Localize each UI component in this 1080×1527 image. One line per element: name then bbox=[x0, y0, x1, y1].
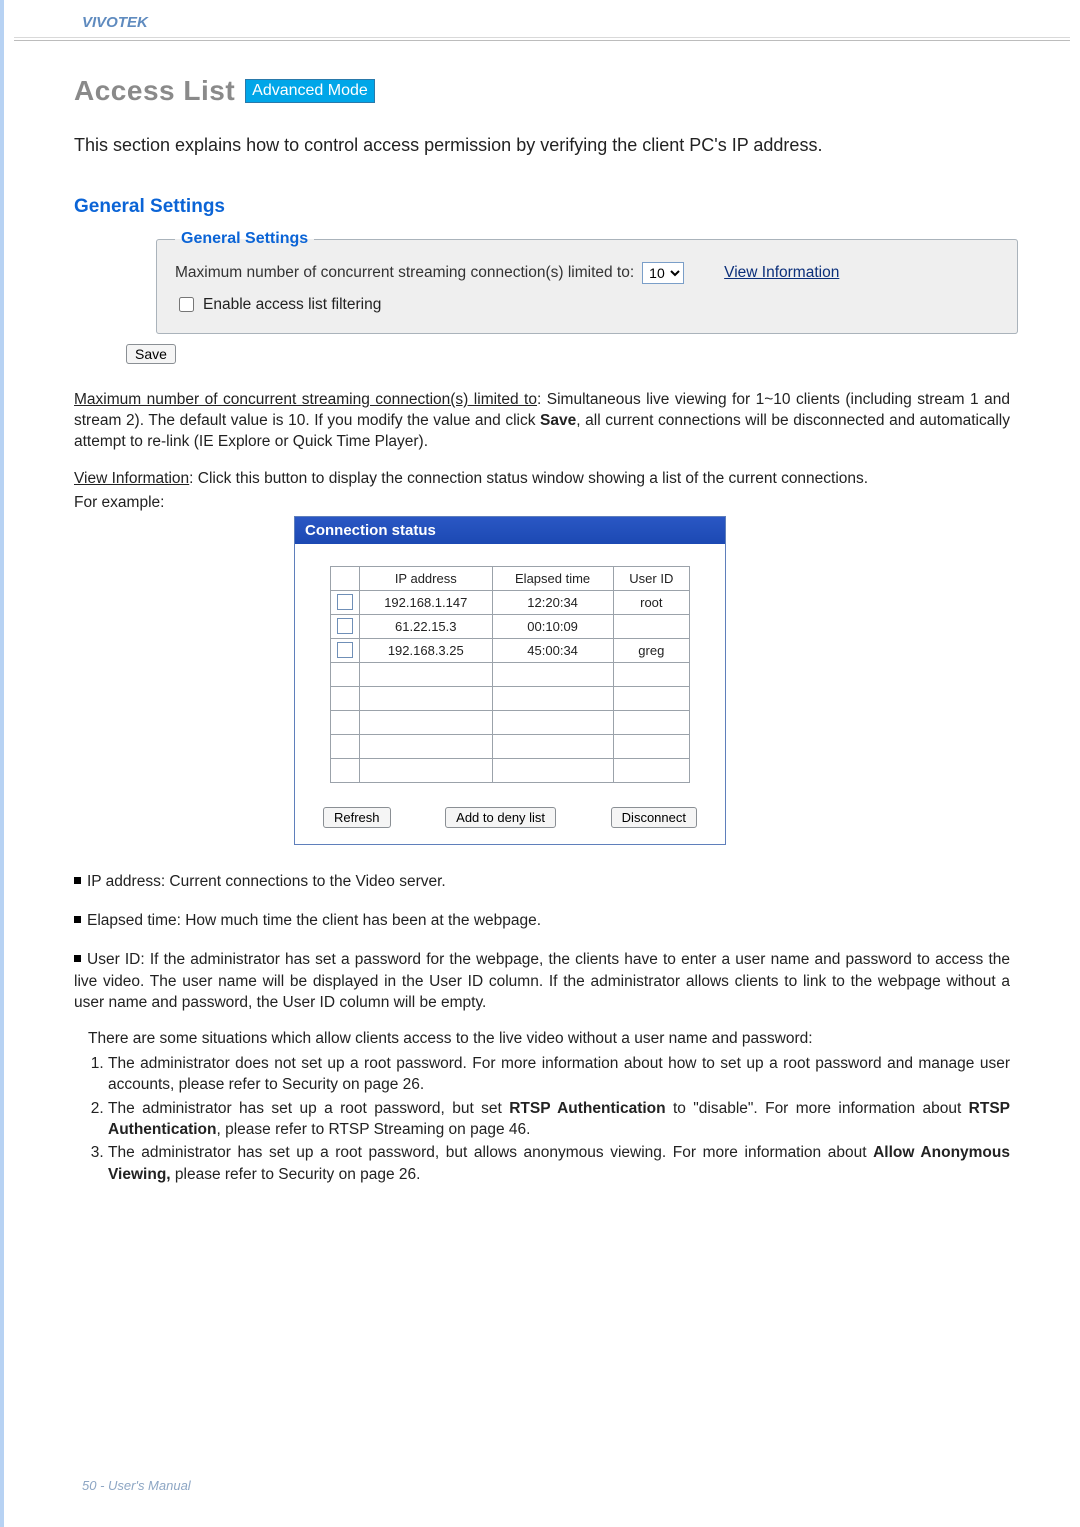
bullet-elapsed: Elapsed time: How much time the client h… bbox=[74, 910, 1010, 931]
row-checkbox-cell[interactable] bbox=[331, 590, 360, 614]
content-area: Access List Advanced Mode This section e… bbox=[4, 41, 1080, 1185]
bullet-userid: User ID: If the administrator has set a … bbox=[74, 949, 1010, 1185]
add-deny-button[interactable]: Add to deny list bbox=[445, 807, 556, 828]
enable-filtering-label: Enable access list filtering bbox=[203, 296, 381, 314]
max-underline: Maximum number of concurrent streaming c… bbox=[74, 391, 537, 408]
general-settings-panel: General Settings Maximum number of concu… bbox=[154, 230, 1020, 334]
page-title: Access List bbox=[74, 75, 235, 107]
connection-status-body: IP address Elapsed time User ID 192.168.… bbox=[295, 544, 725, 844]
cell-elapsed: 00:10:09 bbox=[492, 614, 613, 638]
cell-ip: 192.168.3.25 bbox=[360, 638, 493, 662]
table-row-empty bbox=[331, 710, 690, 734]
view-underline: View Information bbox=[74, 470, 189, 487]
col-ip: IP address bbox=[360, 566, 493, 590]
cell-user: greg bbox=[613, 638, 689, 662]
refresh-button[interactable]: Refresh bbox=[323, 807, 391, 828]
connection-table: IP address Elapsed time User ID 192.168.… bbox=[330, 566, 690, 783]
max-connections-label: Maximum number of concurrent streaming c… bbox=[175, 264, 634, 282]
row-checkbox-cell[interactable] bbox=[331, 614, 360, 638]
max-explanation: Maximum number of concurrent streaming c… bbox=[74, 390, 1010, 453]
table-row-empty bbox=[331, 734, 690, 758]
fieldset-legend: General Settings bbox=[175, 230, 314, 248]
title-row: Access List Advanced Mode bbox=[74, 75, 1010, 107]
cell-ip: 61.22.15.3 bbox=[360, 614, 493, 638]
view-information-link[interactable]: View Information bbox=[724, 264, 839, 282]
square-bullet-icon bbox=[74, 877, 81, 884]
mode-badge: Advanced Mode bbox=[245, 79, 375, 103]
max-connections-row: Maximum number of concurrent streaming c… bbox=[175, 262, 999, 284]
connection-buttons: Refresh Add to deny list Disconnect bbox=[315, 807, 705, 828]
cell-user bbox=[613, 614, 689, 638]
table-row-empty bbox=[331, 758, 690, 782]
connection-status-title: Connection status bbox=[295, 517, 725, 544]
checkbox-icon[interactable] bbox=[337, 618, 353, 634]
save-button[interactable]: Save bbox=[126, 344, 176, 364]
checkbox-icon[interactable] bbox=[337, 642, 353, 658]
table-header-row: IP address Elapsed time User ID bbox=[331, 566, 690, 590]
view-explanation: View Information: Click this button to d… bbox=[74, 469, 1010, 490]
col-user: User ID bbox=[613, 566, 689, 590]
checkbox-icon[interactable] bbox=[337, 594, 353, 610]
table-row: 192.168.3.2545:00:34greg bbox=[331, 638, 690, 662]
row-checkbox-cell[interactable] bbox=[331, 638, 360, 662]
enable-filtering-checkbox[interactable] bbox=[179, 297, 194, 312]
table-row-empty bbox=[331, 662, 690, 686]
bullet-ip: IP address: Current connections to the V… bbox=[74, 871, 1010, 892]
for-example-label: For example: bbox=[74, 494, 1010, 512]
brand: VIVOTEK bbox=[4, 0, 1080, 35]
situations-list: The administrator does not set up a root… bbox=[88, 1053, 1010, 1185]
page: VIVOTEK Access List Advanced Mode This s… bbox=[0, 0, 1080, 1527]
cell-ip: 192.168.1.147 bbox=[360, 590, 493, 614]
col-elapsed: Elapsed time bbox=[492, 566, 613, 590]
enable-filtering-row: Enable access list filtering bbox=[175, 294, 999, 315]
cell-user: root bbox=[613, 590, 689, 614]
table-row: 192.168.1.14712:20:34root bbox=[331, 590, 690, 614]
bullet-list: IP address: Current connections to the V… bbox=[74, 871, 1010, 1186]
table-row-empty bbox=[331, 686, 690, 710]
square-bullet-icon bbox=[74, 916, 81, 923]
situation-3: The administrator has set up a root pass… bbox=[108, 1142, 1010, 1185]
col-checkbox bbox=[331, 566, 360, 590]
connection-status-panel: Connection status IP address Elapsed tim… bbox=[294, 516, 726, 845]
table-row: 61.22.15.300:10:09 bbox=[331, 614, 690, 638]
situations-intro: There are some situations which allow cl… bbox=[88, 1028, 1010, 1049]
intro-text: This section explains how to control acc… bbox=[74, 135, 1010, 156]
disconnect-button[interactable]: Disconnect bbox=[611, 807, 697, 828]
general-settings-fieldset: General Settings Maximum number of concu… bbox=[156, 230, 1018, 334]
max-connections-select[interactable]: 10 bbox=[642, 262, 684, 284]
page-footer: 50 - User's Manual bbox=[82, 1478, 191, 1493]
cell-elapsed: 12:20:34 bbox=[492, 590, 613, 614]
situation-1: The administrator does not set up a root… bbox=[108, 1053, 1010, 1096]
square-bullet-icon bbox=[74, 955, 81, 962]
situation-2: The administrator has set up a root pass… bbox=[108, 1098, 1010, 1141]
cell-elapsed: 45:00:34 bbox=[492, 638, 613, 662]
section-heading: General Settings bbox=[74, 196, 1010, 218]
